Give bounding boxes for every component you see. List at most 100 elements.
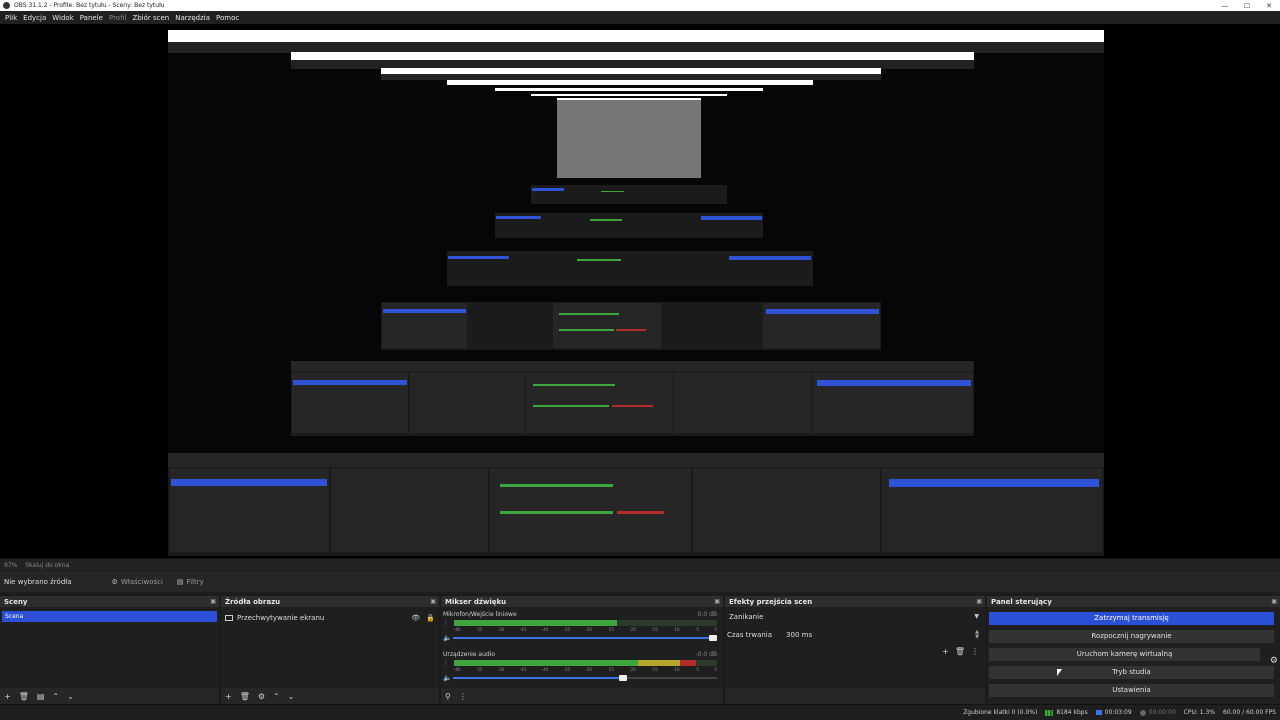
nested-meter — [500, 484, 613, 488]
scenes-toolbar: + 🗑 ▤ ⌃ ⌄ — [0, 688, 219, 704]
undock-icon[interactable]: ▣ — [210, 598, 216, 605]
properties-button[interactable]: ⚙ Właściwości — [112, 578, 163, 586]
speaker-icon[interactable]: 🔈 — [443, 634, 453, 642]
properties-label: Właściwości — [120, 578, 163, 586]
volume-knob[interactable] — [619, 675, 628, 681]
meter-tick-label: -40 — [541, 667, 549, 672]
volume-knob[interactable] — [709, 635, 717, 641]
meter-tick-label: -15 — [651, 627, 658, 632]
zoom-level[interactable]: 97% — [4, 562, 17, 569]
meter-level-segment — [454, 663, 639, 666]
chevron-up-icon[interactable]: ⌃ — [273, 692, 280, 701]
menu-edit[interactable]: Edycja — [20, 14, 49, 22]
eye-icon[interactable]: 👁 — [411, 614, 420, 622]
undock-icon[interactable]: ▣ — [976, 598, 982, 605]
transitions-header: Efekty przejścia scen ▣ — [725, 596, 985, 607]
audio-mixer-dock: Mikser dźwięku ▣ Mikrofon/Wejście liniow… — [441, 596, 723, 704]
duration-spinner[interactable]: ▲ ▼ — [975, 629, 979, 640]
stop-streaming-button[interactable]: Zatrzymaj transmisję — [989, 612, 1274, 625]
start-virtual-camera-button[interactable]: Uruchom kamerę wirtualną — [989, 648, 1260, 661]
nested-capture-level-5 — [495, 88, 763, 238]
nested-meter — [500, 511, 613, 514]
volume-slider[interactable] — [453, 635, 717, 641]
nested-scene-selected — [448, 255, 510, 260]
fit-to-window[interactable]: Skaluj do okna — [25, 562, 69, 569]
gear-icon[interactable]: ⚙ — [258, 692, 265, 701]
track-db: -0.0 dB — [695, 651, 717, 658]
meter-tick-label: -55 — [475, 627, 483, 632]
duration-input[interactable]: 300 ms — [786, 631, 812, 639]
studio-mode-button[interactable]: Tryb studia — [989, 666, 1274, 679]
more-icon[interactable]: ⋮ — [443, 619, 449, 626]
meter-tick-label: -25 — [607, 667, 614, 672]
volume-row: 🔈 — [443, 674, 717, 682]
transition-value: Zanikanie — [729, 612, 764, 621]
maximize-button[interactable]: ☐ — [1236, 2, 1258, 10]
add-icon[interactable]: + — [4, 692, 11, 701]
nested-titlebar — [447, 80, 813, 85]
nested-capture-level-3 — [381, 68, 881, 350]
minimize-button[interactable]: — — [1214, 2, 1236, 10]
track-name: Mikrofon/Wejście liniowe — [443, 611, 517, 618]
chevron-down-icon[interactable]: ⌄ — [288, 692, 295, 701]
menu-help[interactable]: Pomoc — [213, 14, 242, 22]
meter-tick-label: -15 — [651, 667, 658, 672]
stream-icon — [1095, 710, 1102, 715]
menu-scene-collection[interactable]: Zbiór scen — [129, 14, 172, 22]
menu-file[interactable]: Plik — [2, 14, 20, 22]
more-icon[interactable]: ⋮ — [971, 647, 979, 656]
cpu-usage: CPU: 1.3% — [1183, 709, 1216, 716]
menu-view[interactable]: Widok — [49, 14, 77, 22]
meter-tick-label: -5 — [694, 627, 699, 632]
meter-tick-label: -20 — [629, 627, 636, 632]
obs-logo-icon — [3, 2, 10, 9]
more-icon[interactable]: ⋮ — [443, 659, 449, 666]
trash-icon[interactable]: 🗑 — [240, 692, 250, 701]
stream-time-status: 00:03:09 — [1095, 709, 1132, 716]
nested-meter — [558, 328, 614, 332]
filters-button[interactable]: ▤ Filtry — [177, 578, 204, 586]
nested-scene-selected — [531, 187, 565, 191]
scene-item[interactable]: Scena — [2, 611, 217, 622]
sources-list: Przechwytywanie ekranu 👁 🔒 — [221, 607, 439, 688]
source-item[interactable]: Przechwytywanie ekranu 👁 🔒 — [225, 612, 435, 623]
link-icon[interactable]: ⚲ — [445, 692, 451, 701]
trash-icon[interactable]: 🗑 — [955, 647, 965, 656]
preview-canvas[interactable] — [0, 24, 1280, 558]
preview-zoom-bar: 97% Skaluj do okna — [0, 558, 1280, 572]
filter-icon[interactable]: ▤ — [37, 692, 45, 701]
undock-icon[interactable]: ▣ — [714, 598, 720, 605]
add-icon[interactable]: + — [225, 692, 232, 701]
menu-docks[interactable]: Panele — [77, 14, 106, 22]
start-recording-button[interactable]: Rozpocznij nagrywanie — [989, 630, 1274, 643]
nested-scene-selected — [293, 379, 408, 386]
add-icon[interactable]: + — [942, 647, 949, 656]
chevron-down-icon[interactable]: ⌄ — [67, 692, 74, 701]
record-icon — [1139, 709, 1146, 716]
scenes-title: Sceny — [4, 597, 28, 606]
duration-label: Czas trwania — [727, 630, 773, 639]
settings-button[interactable]: Ustawienia — [989, 684, 1274, 697]
chevron-up-icon[interactable]: ⌃ — [52, 692, 59, 701]
undock-icon[interactable]: ▣ — [430, 598, 436, 605]
volume-slider[interactable] — [453, 675, 717, 681]
volume-row: 🔈 — [443, 634, 717, 642]
close-button[interactable]: ✕ — [1258, 2, 1280, 10]
undock-icon[interactable]: ▣ — [1271, 598, 1277, 605]
meter-tick-label: -60 — [454, 667, 461, 672]
mouse-cursor — [1057, 669, 1062, 676]
gear-icon[interactable]: ⚙ — [1270, 656, 1278, 666]
meter-tick-label: -20 — [629, 667, 636, 672]
lock-icon[interactable]: 🔒 — [426, 614, 435, 622]
nested-titlebar — [557, 98, 701, 100]
menu-tools[interactable]: Narzędzia — [172, 14, 213, 22]
menu-profile[interactable]: Profil — [106, 14, 129, 22]
transition-select[interactable]: Zanikanie ▼ — [727, 611, 979, 622]
source-toolbar: Nie wybrano źródła ⚙ Właściwości ▤ Filtry — [0, 572, 1280, 592]
more-icon[interactable]: ⋮ — [459, 692, 467, 701]
nested-meter — [590, 219, 623, 222]
record-time-status: 00:00:00 — [1139, 709, 1176, 716]
transitions-body: Zanikanie ▼ Czas trwania 300 ms ▲ ▼ + 🗑 ⋮ — [725, 607, 985, 688]
trash-icon[interactable]: 🗑 — [19, 692, 29, 701]
speaker-icon[interactable]: 🔈 — [443, 674, 453, 682]
